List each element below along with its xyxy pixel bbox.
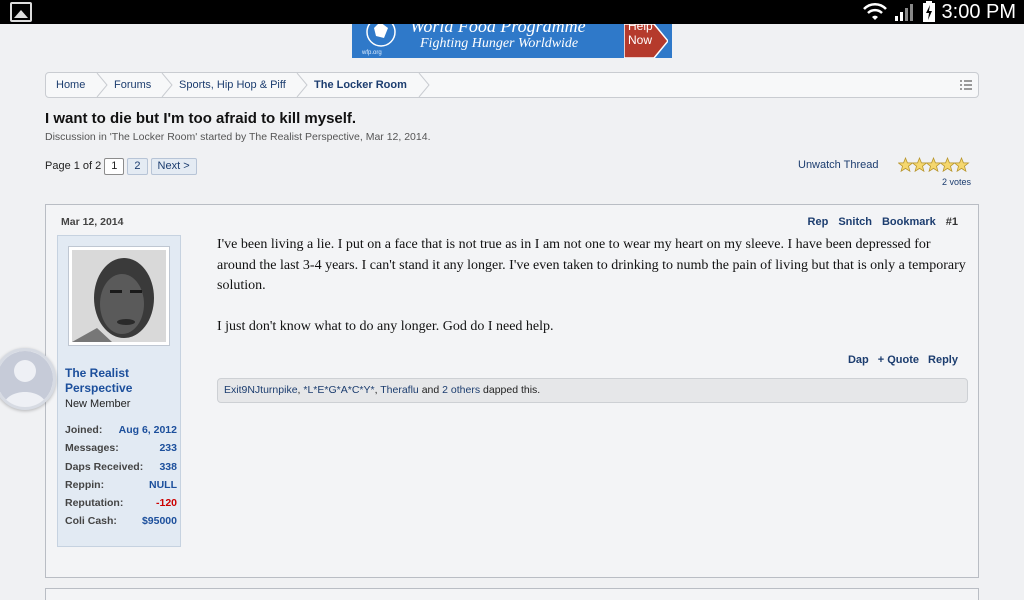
votes-count[interactable]: 2 votes [942,177,971,187]
dapper-user[interactable]: Theraflu [380,384,419,396]
post-message: I've been living a lie. I put on a face … [217,235,969,358]
reply-button[interactable]: Reply [928,354,958,366]
user-title: New Member [65,398,131,410]
breadcrumb-home[interactable]: Home [56,73,85,97]
next-post [45,588,979,600]
breadcrumb-separator-icon [96,73,108,97]
breadcrumb-sports[interactable]: Sports, Hip Hop & Piff [179,73,286,97]
avatar-photo [72,250,166,342]
post-number[interactable]: #1 [946,216,958,228]
wfp-banner-ad[interactable]: wfp.org World Food Programme Fighting Hu… [352,24,672,58]
snitch-button[interactable]: Snitch [838,216,872,228]
message-actions: Dap + Quote Reply [848,354,958,366]
thread-title: I want to die but I'm too afraid to kill… [45,110,357,127]
stat-label: Daps Received: [65,460,144,473]
page-label: Page 1 of 2 [45,160,102,172]
status-icons: 3:00 PM [862,0,1016,24]
bookmark-button[interactable]: Bookmark [882,216,936,228]
stat-reputation: Reputation: -120 [65,497,177,515]
post-date[interactable]: Mar 12, 2014 [61,216,123,228]
page-nav: Page 1 of 2 1 2 Next > [45,157,197,175]
stat-reppin: Reppin: NULL [65,479,177,497]
post: Mar 12, 2014 Rep Snitch Bookmark #1 The … [45,204,979,578]
stat-messages: Messages: 233 [65,442,177,460]
post-actions: Rep Snitch Bookmark #1 [808,216,958,228]
android-status-bar: 3:00 PM [0,0,1024,24]
thread-meta: Discussion in 'The Locker Room' started … [45,131,431,143]
stat-value: 338 [159,460,177,473]
breadcrumb: Home Forums Sports, Hip Hop & Piff The L… [45,72,979,98]
portrait-icon [72,250,166,342]
thread-rating[interactable] [898,157,970,173]
stat-coli-cash: Coli Cash: $95000 [65,515,177,533]
user-avatar[interactable] [68,246,170,346]
clock: 3:00 PM [941,0,1016,23]
breadcrumb-separator-icon [418,73,430,97]
stat-daps: Daps Received: 338 [65,461,177,479]
page-2-button[interactable]: 2 [127,157,148,175]
help-now-button[interactable]: Help Now [623,24,669,58]
breadcrumb-forums[interactable]: Forums [114,73,151,97]
stat-value: -120 [155,497,177,510]
breadcrumb-locker-room[interactable]: The Locker Room [314,73,407,97]
stat-label: Joined: [65,424,103,436]
breadcrumb-separator-icon [161,73,173,97]
battery-charging-icon [922,1,935,22]
dapper-user[interactable]: *L*E*G*A*C*Y* [303,384,374,396]
message-paragraph: I've been living a lie. I put on a face … [217,237,966,293]
dappers-bar: Exit9NJturnpike, *L*E*G*A*C*Y*, Theraflu… [217,378,968,403]
breadcrumb-separator-icon [296,73,308,97]
stat-value: Aug 6, 2012 [118,424,177,436]
stat-label: Messages: [65,442,119,455]
banner-site: wfp.org [362,50,382,56]
stat-label: Reputation: [65,497,124,510]
unwatch-thread-link[interactable]: Unwatch Thread [798,159,879,171]
help-label: Help [628,24,653,33]
breadcrumb-menu-icon[interactable] [960,79,972,91]
quote-button[interactable]: + Quote [878,354,919,366]
stat-label: Reppin: [65,478,105,491]
stat-label: Coli Cash: [65,515,117,528]
next-page-button[interactable]: Next > [150,157,197,175]
stat-value: $95000 [141,515,177,528]
user-info-panel: The Realist Perspective New Member Joine… [57,235,181,547]
signal-icon [894,4,913,21]
gallery-notification-icon [10,2,32,22]
username[interactable]: The Realist Perspective [65,366,175,396]
user-stats: Joined: Aug 6, 2012 Messages: 233 Daps Rec… [65,424,177,534]
dap-button[interactable]: Dap [848,354,869,366]
dappers-and: and [421,384,440,396]
stat-joined: Joined: Aug 6, 2012 [65,424,177,442]
wifi-icon [862,2,887,20]
message-paragraph: I just don't know what to do any longer.… [217,319,554,334]
banner-tagline: Fighting Hunger Worldwide [420,36,579,51]
stat-value[interactable]: 233 [159,442,177,460]
stat-value: NULL [149,478,177,491]
dappers-suffix: dapped this. [483,384,541,396]
dapper-user[interactable]: Exit9NJturnpike [224,384,298,396]
default-user-icon [0,351,53,407]
now-label: Now [628,33,653,47]
dappers-others-link[interactable]: 2 others [442,384,480,396]
rating-stars-icon [898,157,970,173]
page-1-button[interactable]: 1 [104,157,125,175]
rep-button[interactable]: Rep [808,216,829,228]
